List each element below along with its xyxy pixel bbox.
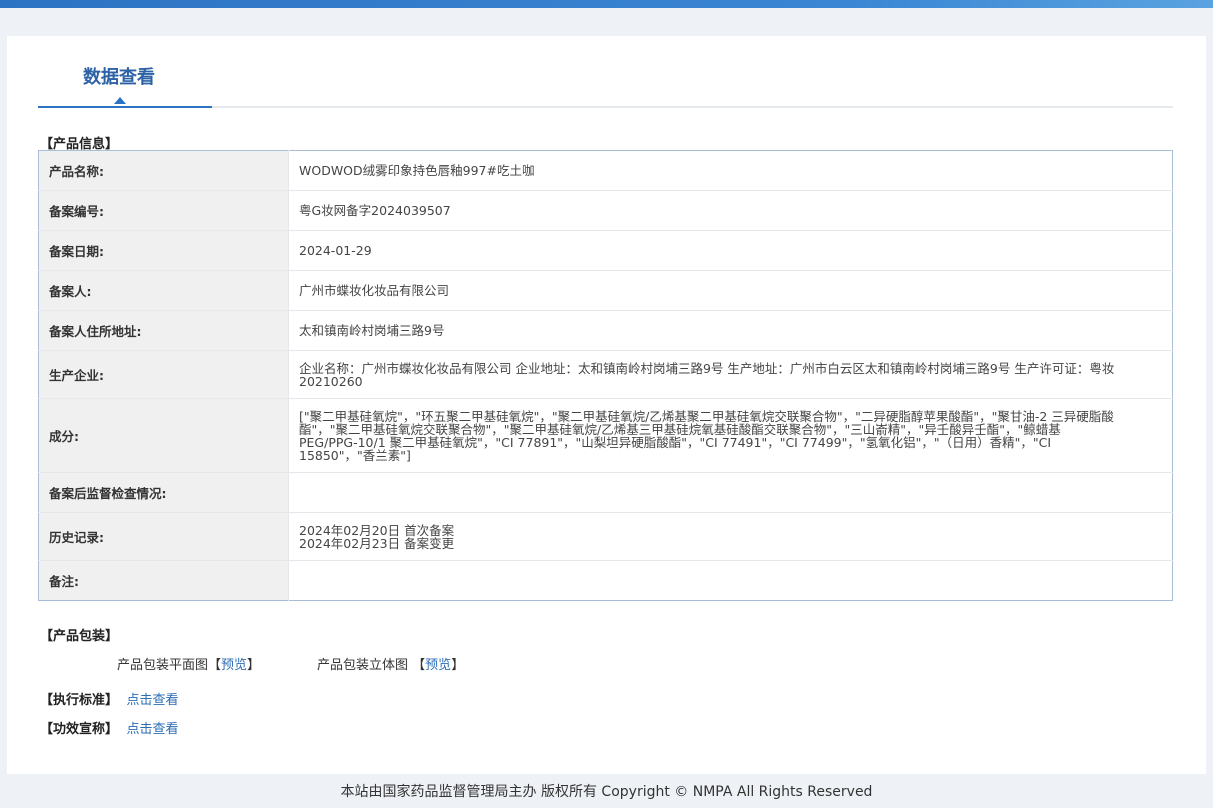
packaging-heading: 【产品包装】: [40, 629, 119, 644]
info-row-value: ["聚二甲基硅氧烷"，"环五聚二甲基硅氧烷"，"聚二甲基硅氧烷/乙烯基聚二甲基硅…: [288, 398, 1173, 473]
tab-bar: 数据查看: [38, 36, 1173, 108]
info-row: 备案人住所地址: 太和镇南岭村岗埔三路9号: [38, 310, 1173, 351]
top-bar: [0, 0, 1213, 8]
tab-title: 数据查看: [83, 67, 155, 88]
info-row-label: 备案人住所地址:: [38, 310, 289, 351]
info-row-label: 产品名称:: [38, 150, 289, 191]
content-panel: 数据查看 【产品信息】 产品名称: WODWOD绒雾印象持色唇釉997#吃土咖 备案…: [7, 36, 1206, 774]
info-row-value: 广州市蝶妆化妆品有限公司: [288, 270, 1173, 311]
info-row: 备案编号: 粤G妆网备字2024039507: [38, 190, 1173, 231]
standard-view-link[interactable]: 点击查看: [127, 693, 179, 708]
tab-caret-icon: [114, 97, 126, 104]
packaging-flat-item: 产品包装平面图【预览】: [117, 654, 260, 673]
packaging-3d-item: 产品包装立体图 【预览】: [317, 654, 464, 673]
info-row-label: 成分:: [38, 398, 289, 473]
info-row-label: 生产企业:: [38, 350, 289, 399]
info-row-label: 备案人:: [38, 270, 289, 311]
packaging-flat-preview-link[interactable]: 预览: [221, 658, 247, 673]
info-row-value: WODWOD绒雾印象持色唇釉997#吃土咖: [288, 150, 1173, 191]
bracket-open: 【: [208, 658, 222, 673]
bracket-close: 】: [247, 658, 261, 673]
packaging-3d-label: 产品包装立体图: [317, 658, 409, 673]
info-row: 备案日期: 2024-01-29: [38, 230, 1173, 271]
info-row: 历史记录: 2024年02月20日 首次备案 2024年02月23日 备案变更: [38, 512, 1173, 561]
info-row-label: 备注:: [38, 560, 289, 601]
info-row: 备注:: [38, 560, 1173, 601]
packaging-3d-preview-link[interactable]: 预览: [425, 658, 451, 673]
info-row-value: [288, 472, 1173, 513]
standard-row: 【执行标准】 点击查看: [40, 689, 179, 708]
info-row-value: [289, 561, 1173, 601]
packaging-flat-label: 产品包装平面图: [117, 658, 209, 673]
info-row-value: 太和镇南岭村岗埔三路9号: [288, 310, 1173, 351]
info-row-label: 备案后监督检查情况:: [38, 472, 289, 513]
info-row: 备案人: 广州市蝶妆化妆品有限公司: [38, 270, 1173, 311]
info-row-label: 历史记录:: [38, 512, 289, 561]
tab-data-view[interactable]: 数据查看: [38, 36, 212, 108]
footer-copyright: 本站由国家药品监督管理局主办 版权所有 Copyright © NMPA All…: [340, 784, 873, 800]
info-row: 备案后监督检查情况:: [38, 472, 1173, 513]
info-row: 成分: ["聚二甲基硅氧烷"，"环五聚二甲基硅氧烷"，"聚二甲基硅氧烷/乙烯基聚二…: [38, 398, 1173, 473]
info-row: 生产企业: 企业名称：广州市蝶妆化妆品有限公司 企业地址：太和镇南岭村岗埔三路9号…: [38, 350, 1173, 399]
info-row-label: 备案日期:: [38, 230, 289, 271]
info-row-value: 2024年02月20日 首次备案 2024年02月23日 备案变更: [288, 512, 1173, 561]
bracket-close: 】: [451, 658, 465, 673]
info-row-value: 2024-01-29: [288, 230, 1173, 271]
info-row: 产品名称: WODWOD绒雾印象持色唇釉997#吃土咖: [38, 150, 1173, 191]
efficacy-label: 【功效宣称】: [40, 722, 119, 737]
info-row-value: 粤G妆网备字2024039507: [288, 190, 1173, 231]
efficacy-row: 【功效宣称】 点击查看: [40, 718, 179, 737]
info-row-label: 备案编号:: [38, 190, 289, 231]
efficacy-view-link[interactable]: 点击查看: [127, 722, 179, 737]
product-info-table: 产品名称: WODWOD绒雾印象持色唇釉997#吃土咖 备案编号: 粤G妆网备字202…: [38, 150, 1173, 601]
info-row-value: 企业名称：广州市蝶妆化妆品有限公司 企业地址：太和镇南岭村岗埔三路9号 生产地址…: [288, 350, 1173, 399]
bracket-open: 【: [412, 658, 426, 673]
standard-label: 【执行标准】: [40, 693, 119, 708]
